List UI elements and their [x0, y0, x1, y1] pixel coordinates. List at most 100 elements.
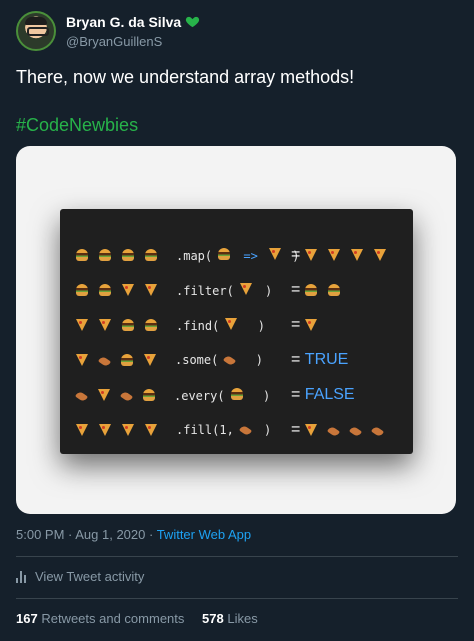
pizza-emoji-icon — [304, 424, 317, 436]
likes-label: Likes — [227, 611, 258, 626]
code-line: .every( ) — [74, 385, 271, 405]
pizza-emoji-icon — [98, 389, 110, 401]
burger-emoji-icon — [99, 284, 111, 296]
drum-emoji-icon — [238, 424, 252, 437]
burger-emoji-icon — [122, 319, 134, 331]
method-call: .find( ) — [176, 317, 265, 333]
likes-count: 578 — [202, 611, 224, 626]
code-line: .some( ) — [76, 350, 263, 370]
tweet-header: Bryan G. da Silva @BryanGuillenS — [16, 11, 200, 51]
pizza-emoji-icon — [145, 424, 157, 436]
burger-emoji-icon — [145, 319, 157, 331]
retweets-stat[interactable]: 167 Retweets and comments — [16, 611, 184, 626]
pizza-emoji-icon — [327, 249, 340, 261]
pizza-emoji-icon — [239, 282, 252, 295]
divider — [16, 556, 458, 557]
hashtag-link[interactable]: #CodeNewbies — [16, 114, 138, 136]
method-call: .every( ) — [174, 387, 271, 403]
burger-emoji-icon — [218, 247, 231, 260]
equals-sign: = — [291, 316, 305, 333]
method-call: .fill(1, ) — [176, 423, 271, 437]
drum-emoji-icon — [370, 425, 384, 438]
burger-emoji-icon — [76, 284, 88, 296]
result-keyword: TRUE — [304, 351, 349, 368]
tweet-text: There, now we understand array methods! — [16, 67, 355, 87]
equals-sign: = — [291, 351, 305, 368]
equals-sign: = — [291, 421, 305, 438]
drum-emoji-icon — [348, 425, 362, 438]
burger-emoji-icon — [230, 387, 243, 400]
tweet-source-app[interactable]: Twitter Web App — [157, 527, 251, 542]
drum-emoji-icon — [223, 354, 237, 367]
method-call: .map( => ) — [176, 247, 299, 263]
pizza-emoji-icon — [269, 247, 282, 260]
green-heart-icon — [186, 16, 200, 28]
drum-emoji-icon — [74, 390, 89, 403]
arrow-operator: => — [236, 248, 266, 263]
result-value: = — [291, 245, 397, 265]
pizza-emoji-icon — [145, 284, 157, 296]
method-call: .some( ) — [175, 353, 263, 367]
result-value: = — [291, 420, 394, 440]
pizza-emoji-icon — [99, 424, 111, 436]
pizza-emoji-icon — [122, 424, 134, 436]
closing-paren: ) — [257, 283, 273, 298]
code-snippet-window: .map( => ) = .filter( ) = .find( ) = .some(… — [60, 209, 413, 454]
pizza-emoji-icon — [99, 319, 111, 331]
method-name: .map( — [176, 248, 213, 263]
pizza-emoji-icon — [225, 317, 238, 330]
pizza-emoji-icon — [304, 319, 317, 331]
closing-paren: ) — [256, 423, 272, 437]
equals-sign: = — [291, 246, 305, 263]
pizza-emoji-icon — [122, 284, 134, 296]
author-display-name-row[interactable]: Bryan G. da Silva — [66, 13, 200, 31]
tweet-timestamp[interactable]: 5:00 PM · Aug 1, 2020 — [16, 527, 145, 542]
divider — [16, 598, 458, 599]
activity-label: View Tweet activity — [35, 569, 145, 584]
pizza-emoji-icon — [350, 249, 363, 261]
author-handle[interactable]: @BryanGuillenS — [66, 33, 200, 50]
meta-separator: · — [145, 527, 157, 542]
closing-paren: ) — [248, 388, 271, 403]
method-name: .filter( — [176, 283, 234, 298]
activity-bars-icon — [16, 570, 28, 583]
burger-emoji-icon — [304, 284, 317, 296]
pizza-emoji-icon — [76, 354, 88, 366]
retweets-label: Retweets and comments — [41, 611, 185, 626]
author-display-name[interactable]: Bryan G. da Silva — [66, 13, 181, 31]
closing-paren: ) — [241, 353, 264, 367]
method-name: .every( — [174, 388, 225, 403]
drum-emoji-icon — [97, 355, 112, 368]
equals-sign: = — [291, 281, 305, 298]
burger-emoji-icon — [121, 354, 133, 366]
tweet-media-image[interactable]: .map( => ) = .filter( ) = .find( ) = .some(… — [16, 146, 456, 514]
code-line: .find( ) — [76, 315, 265, 335]
burger-emoji-icon — [99, 249, 111, 261]
result-value: = — [291, 280, 351, 300]
burger-emoji-icon — [122, 249, 134, 261]
drum-emoji-icon — [326, 425, 340, 438]
view-tweet-activity-link[interactable]: View Tweet activity — [16, 569, 144, 584]
equals-sign: = — [291, 386, 305, 403]
method-name: .some( — [175, 353, 219, 367]
burger-emoji-icon — [327, 284, 340, 296]
result-value: = TRUE — [291, 350, 348, 370]
burger-emoji-icon — [143, 389, 155, 401]
result-value: = — [291, 315, 328, 335]
method-name: .fill(1, — [176, 423, 234, 437]
method-call: .filter( ) — [176, 282, 273, 298]
method-name: .find( — [176, 318, 220, 333]
result-value: = FALSE — [291, 385, 355, 405]
code-line: .map( => ) — [76, 245, 299, 265]
code-line: .filter( ) — [76, 280, 272, 300]
code-line: .fill(1, ) — [76, 420, 271, 440]
retweets-count: 167 — [16, 611, 38, 626]
burger-emoji-icon — [76, 249, 88, 261]
avatar[interactable] — [16, 11, 56, 51]
result-keyword: FALSE — [304, 386, 355, 403]
burger-emoji-icon — [145, 249, 157, 261]
pizza-emoji-icon — [373, 249, 386, 261]
pizza-emoji-icon — [76, 319, 88, 331]
likes-stat[interactable]: 578 Likes — [202, 611, 258, 626]
author-names: Bryan G. da Silva @BryanGuillenS — [66, 13, 200, 50]
